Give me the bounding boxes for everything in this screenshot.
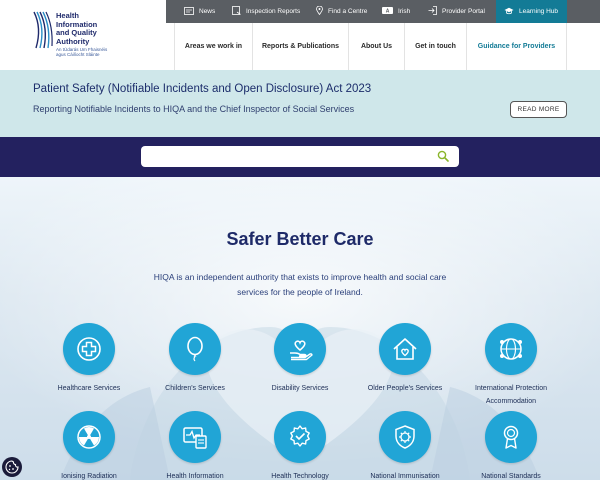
topbar-link-inspection-reports[interactable]: Inspection Reports [232,0,300,23]
hiqa-logo[interactable]: Health Information and Quality Authority… [32,10,142,62]
svg-text:A: A [386,9,390,15]
topbar-link-news[interactable]: News [184,0,215,23]
service-international-protection[interactable]: International Protection Accommodation [461,323,561,408]
main-navigation: Areas we work in Reports & Publications … [166,23,600,70]
service-health-information[interactable]: Health Information [145,411,245,480]
nav-guidance-for-providers[interactable]: Guidance for Providers [467,23,567,70]
cookie-icon [5,460,19,474]
home-heart-icon [393,338,417,360]
service-childrens[interactable]: Children's Services [145,323,245,396]
logo-text: Health Information and Quality Authority [56,11,98,46]
medical-cross-icon [77,337,101,361]
search-input[interactable] [141,146,459,167]
award-ribbon-icon [503,425,519,449]
banner-subtitle: Reporting Notifiable Incidents to HIQA a… [33,104,355,114]
radiation-icon [77,425,101,449]
graduation-cap-icon [504,7,514,17]
balloon-icon [187,336,203,362]
nav-reports-publications[interactable]: Reports & Publications [253,23,349,70]
announcement-banner: Patient Safety (Notifiable Incidents and… [0,70,600,137]
service-healthcare[interactable]: Healthcare Services [39,323,139,396]
service-national-standards[interactable]: National Standards [461,411,561,480]
topbar-link-irish[interactable]: A Irish [382,0,410,23]
health-monitor-icon [183,427,207,449]
service-national-immunisation[interactable]: National Immunisation [355,411,455,480]
read-more-button[interactable]: READ MORE [510,101,567,118]
nav-about-us[interactable]: About Us [349,23,405,70]
nav-areas-we-work-in[interactable]: Areas we work in [174,23,253,70]
topbar-link-provider-portal[interactable]: Provider Portal [428,0,485,23]
search-icon[interactable] [437,150,449,162]
heart-hand-icon [290,340,313,361]
service-older-people[interactable]: Older People's Services [355,323,455,396]
cookie-settings-button[interactable] [2,457,22,477]
shield-virus-icon [395,425,415,449]
location-pin-icon [316,5,323,17]
search-band [0,137,600,177]
site-header: Health Information and Quality Authority… [0,0,600,70]
report-icon [232,6,241,17]
hero-description: HIQA is an independent authority that ex… [153,272,447,297]
newspaper-icon [184,6,194,17]
globe-people-icon [500,338,522,360]
login-icon [428,6,437,17]
utility-bar: News Inspection Reports Find a Centre A … [166,0,600,23]
service-disability[interactable]: Disability Services [250,323,350,396]
service-health-technology[interactable]: Health Technology [250,411,350,480]
nav-get-in-touch[interactable]: Get in touch [405,23,467,70]
hero-section: Safer Better Care HIQA is an independent… [0,177,600,480]
logo-irish-text: An tÚdarás Um Fhaisnéis agus Cáilíocht S… [56,47,108,57]
topbar-link-learning-hub[interactable]: Learning Hub [496,0,567,23]
language-icon: A [382,7,393,16]
banner-title[interactable]: Patient Safety (Notifiable Incidents and… [33,83,371,95]
service-ionising-radiation[interactable]: Ionising Radiation [39,411,139,480]
gear-check-icon [290,425,310,447]
hero-title: Safer Better Care [226,229,374,249]
logo-mark-icon [33,11,53,49]
topbar-link-find-a-centre[interactable]: Find a Centre [316,0,367,23]
